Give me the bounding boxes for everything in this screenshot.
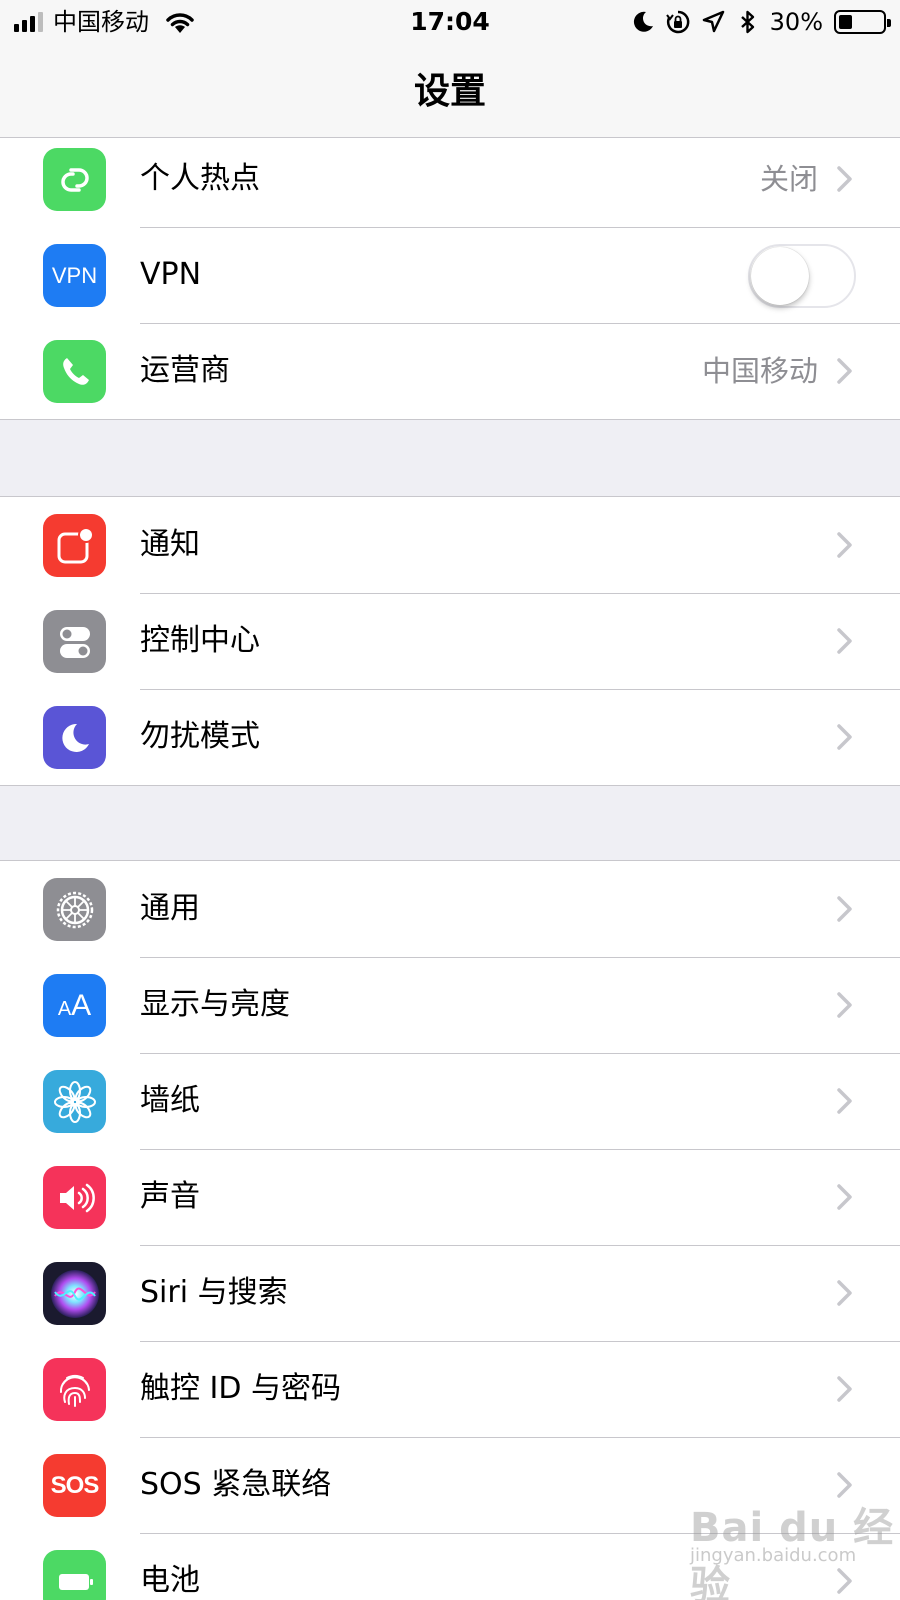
vpn-toggle[interactable] bbox=[748, 244, 856, 308]
settings-group-notifications: 通知 控制中心 勿扰模式 bbox=[0, 496, 900, 786]
settings-row-label: 通用 bbox=[140, 891, 200, 926]
settings-row-value: 关闭 bbox=[759, 162, 818, 196]
phone-icon bbox=[43, 340, 106, 403]
chevron-right-icon bbox=[837, 724, 852, 750]
status-bar: 中国移动 17:04 30% bbox=[0, 0, 900, 44]
settings-row-label: 通知 bbox=[140, 527, 200, 562]
flower-icon bbox=[43, 1070, 106, 1133]
settings-row-siri[interactable]: Siri 与搜索 bbox=[0, 1245, 900, 1341]
battery-icon bbox=[43, 1550, 106, 1600]
watermark-url: jingyan.baidu.com bbox=[690, 1545, 857, 1566]
settings-row-label: 声音 bbox=[140, 1179, 200, 1214]
rotation-lock-icon bbox=[665, 10, 690, 34]
sos-icon-text: SOS bbox=[50, 1471, 100, 1499]
settings-row-carrier[interactable]: 运营商 中国移动 bbox=[0, 323, 900, 419]
settings-group-general: 通用 AA 显示与亮度 墙纸 声音 Siri 与搜索 触控 ID 与密码 SOS… bbox=[0, 860, 900, 1600]
settings-group-network: 个人热点 关闭 VPN VPN 运营商 中国移动 bbox=[0, 130, 900, 420]
settings-row-label: 墙纸 bbox=[140, 1083, 200, 1118]
settings-row-touch-id[interactable]: 触控 ID 与密码 bbox=[0, 1341, 900, 1437]
settings-row-label: Siri 与搜索 bbox=[140, 1275, 288, 1310]
vpn-icon: VPN bbox=[43, 244, 106, 307]
display-brightness-icon: AA bbox=[43, 974, 106, 1037]
gear-icon bbox=[43, 878, 106, 941]
settings-row-sounds[interactable]: 声音 bbox=[0, 1149, 900, 1245]
settings-row-label: SOS 紧急联络 bbox=[140, 1467, 332, 1502]
settings-row-vpn[interactable]: VPN VPN bbox=[0, 227, 900, 323]
settings-row-value: 中国移动 bbox=[701, 354, 818, 388]
chevron-right-icon bbox=[837, 1280, 852, 1306]
battery-percent: 30% bbox=[769, 8, 823, 36]
chevron-right-icon bbox=[837, 628, 852, 654]
sos-icon: SOS bbox=[43, 1454, 106, 1517]
chevron-right-icon bbox=[837, 1088, 852, 1114]
page-title: 设置 bbox=[413, 71, 486, 112]
settings-row-general[interactable]: 通用 bbox=[0, 861, 900, 957]
settings-row-wallpaper[interactable]: 墙纸 bbox=[0, 1053, 900, 1149]
settings-row-control-center[interactable]: 控制中心 bbox=[0, 593, 900, 689]
battery-icon bbox=[834, 10, 891, 34]
settings-row-label: 控制中心 bbox=[140, 623, 260, 658]
hotspot-icon bbox=[43, 148, 106, 211]
settings-row-do-not-disturb[interactable]: 勿扰模式 bbox=[0, 689, 900, 785]
settings-row-label: 个人热点 bbox=[140, 161, 260, 196]
chevron-right-icon bbox=[837, 166, 852, 192]
settings-row-label: VPN bbox=[140, 257, 202, 292]
settings-row-label: 触控 ID 与密码 bbox=[140, 1371, 342, 1406]
bluetooth-icon bbox=[740, 10, 754, 34]
chevron-right-icon bbox=[837, 532, 852, 558]
chevron-right-icon bbox=[837, 1184, 852, 1210]
settings-row-label: 显示与亮度 bbox=[140, 987, 290, 1022]
large-a: A bbox=[71, 988, 92, 1022]
vpn-icon-text: VPN bbox=[51, 262, 98, 288]
settings-row-label: 电池 bbox=[140, 1563, 200, 1598]
chevron-right-icon bbox=[837, 358, 852, 384]
notifications-icon bbox=[43, 514, 106, 577]
settings-row-hotspot[interactable]: 个人热点 关闭 bbox=[0, 131, 900, 227]
settings-row-display[interactable]: AA 显示与亮度 bbox=[0, 957, 900, 1053]
status-right: 30% bbox=[630, 6, 891, 38]
fingerprint-icon bbox=[43, 1358, 106, 1421]
moon-icon bbox=[633, 11, 653, 32]
chevron-right-icon bbox=[837, 992, 852, 1018]
siri-icon bbox=[43, 1262, 106, 1325]
settings-row-label: 勿扰模式 bbox=[140, 719, 260, 754]
moon-icon bbox=[43, 706, 106, 769]
location-icon bbox=[702, 10, 724, 33]
speaker-icon bbox=[43, 1166, 106, 1229]
settings-row-label: 运营商 bbox=[140, 353, 230, 388]
chevron-right-icon bbox=[837, 1376, 852, 1402]
chevron-right-icon bbox=[837, 896, 852, 922]
small-a: A bbox=[57, 997, 72, 1020]
settings-row-notifications[interactable]: 通知 bbox=[0, 497, 900, 593]
control-center-icon bbox=[43, 610, 106, 673]
top-bar: 中国移动 17:04 30% 设置 bbox=[0, 0, 900, 138]
